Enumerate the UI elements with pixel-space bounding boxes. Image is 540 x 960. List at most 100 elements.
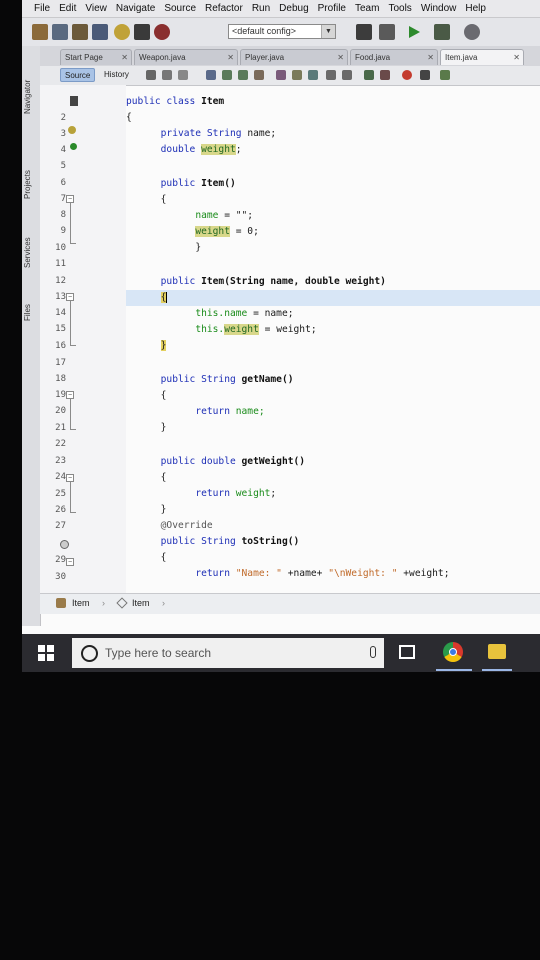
fold-toggle-icon[interactable]: − (66, 195, 74, 203)
code-line: public String getName() (126, 372, 540, 388)
code-line: private String name; (126, 126, 540, 142)
open-project-icon[interactable] (72, 24, 88, 40)
comment-icon[interactable] (364, 70, 374, 80)
redo-icon[interactable] (134, 24, 150, 40)
microphone-icon[interactable] (370, 646, 376, 658)
menu-edit[interactable]: Edit (59, 3, 76, 14)
side-panel-strip: Navigator Projects Services Files (22, 46, 41, 626)
diff-icon[interactable] (440, 70, 450, 80)
line-number: 29 (55, 555, 66, 565)
code-line: { (126, 110, 540, 126)
menu-profile[interactable]: Profile (318, 3, 346, 14)
brace: { (126, 112, 132, 123)
chevron-down-icon[interactable]: ▼ (321, 25, 335, 38)
override-marker-icon[interactable] (60, 540, 69, 549)
constructor-icon (116, 597, 128, 609)
find-icon[interactable] (206, 70, 216, 80)
toggle-bookmark-icon[interactable] (276, 70, 286, 80)
windows-start-icon[interactable] (38, 645, 54, 661)
next-bookmark-icon[interactable] (308, 70, 318, 80)
undo-icon[interactable] (114, 24, 130, 40)
line-number: 26 (55, 505, 66, 515)
menu-window[interactable]: Window (421, 3, 457, 14)
line-number: 19 (55, 390, 66, 400)
close-icon[interactable]: ✕ (337, 50, 344, 65)
stop-icon[interactable] (154, 24, 170, 40)
find-next-icon[interactable] (238, 70, 248, 80)
hammer-icon[interactable] (356, 24, 372, 40)
menu-debug[interactable]: Debug (279, 3, 308, 14)
taskbar: Type here to search (22, 634, 540, 672)
breadcrumb-member[interactable]: Item (132, 598, 150, 608)
class-name: Item (201, 96, 225, 107)
last-edit-icon[interactable] (146, 70, 156, 80)
record-macro-icon[interactable] (402, 70, 412, 80)
shift-right-icon[interactable] (342, 70, 352, 80)
code-editor[interactable]: public class Item { private String name;… (126, 85, 540, 593)
field: this. (195, 324, 225, 335)
menu-refactor[interactable]: Refactor (205, 3, 243, 14)
services-panel-tab[interactable]: Services (23, 224, 39, 282)
menu-tools[interactable]: Tools (388, 3, 411, 14)
toggle-highlight-icon[interactable] (254, 70, 264, 80)
close-icon[interactable]: ✕ (427, 50, 434, 65)
brace-match: } (160, 340, 167, 351)
stop-macro-icon[interactable] (420, 70, 430, 80)
menu-team[interactable]: Team (355, 3, 379, 14)
tab-start-page[interactable]: Start Page ✕ (60, 49, 132, 65)
forward-icon[interactable] (178, 70, 188, 80)
tab-weapon-java[interactable]: Weapon.java ✕ (134, 49, 238, 65)
run-icon[interactable] (406, 24, 422, 40)
find-previous-icon[interactable] (222, 70, 232, 80)
field-highlight: weight (201, 144, 236, 155)
menu-run[interactable]: Run (252, 3, 270, 14)
profile-icon[interactable] (464, 24, 480, 40)
shift-left-icon[interactable] (326, 70, 336, 80)
taskbar-search-input[interactable]: Type here to search (72, 638, 384, 668)
new-project-icon[interactable] (32, 24, 48, 40)
fold-line (70, 399, 71, 429)
line-number: 24 (55, 472, 66, 482)
clean-build-icon[interactable] (379, 24, 395, 40)
files-panel-tab[interactable]: Files (23, 290, 39, 336)
tab-item-java[interactable]: Item.java ✕ (440, 49, 524, 65)
tab-player-java[interactable]: Player.java ✕ (240, 49, 348, 65)
chrome-icon[interactable] (443, 642, 463, 662)
tab-label: Start Page (65, 53, 103, 62)
menu-navigate[interactable]: Navigate (116, 3, 155, 14)
punct: ; (235, 144, 242, 155)
expression: = 0; (235, 226, 259, 237)
close-icon[interactable]: ✕ (227, 50, 234, 65)
config-select[interactable]: <default config> ▼ (228, 24, 336, 39)
menu-view[interactable]: View (85, 3, 107, 14)
back-icon[interactable] (162, 70, 172, 80)
file-explorer-icon[interactable] (488, 644, 506, 659)
line-number: 3 (60, 129, 66, 139)
line-number: 20 (55, 406, 66, 416)
new-file-icon[interactable] (52, 24, 68, 40)
task-view-icon[interactable] (399, 645, 415, 659)
fold-toggle-icon[interactable]: − (66, 474, 74, 482)
fold-toggle-icon[interactable]: − (66, 391, 74, 399)
close-icon[interactable]: ✕ (513, 50, 520, 65)
config-select-value: <default config> (232, 26, 297, 36)
previous-bookmark-icon[interactable] (292, 70, 302, 80)
history-view-button[interactable]: History (100, 68, 133, 82)
current-code-line: { (126, 290, 540, 306)
menu-source[interactable]: Source (164, 3, 196, 14)
breadcrumb: Item › Item › (40, 593, 540, 614)
tab-food-java[interactable]: Food.java ✕ (350, 49, 438, 65)
close-icon[interactable]: ✕ (121, 50, 128, 65)
projects-panel-tab[interactable]: Projects (23, 156, 39, 214)
source-view-button[interactable]: Source (60, 68, 96, 82)
fold-toggle-icon[interactable]: − (66, 558, 74, 566)
save-all-icon[interactable] (92, 24, 108, 40)
debug-icon[interactable] (434, 24, 450, 40)
menu-help[interactable]: Help (465, 3, 486, 14)
menu-file[interactable]: File (34, 3, 50, 14)
breadcrumb-class[interactable]: Item (72, 598, 90, 608)
uncomment-icon[interactable] (380, 70, 390, 80)
fold-toggle-icon[interactable]: − (66, 293, 74, 301)
navigator-panel-tab[interactable]: Navigator (23, 70, 39, 124)
code-line: double weight; (126, 142, 540, 158)
